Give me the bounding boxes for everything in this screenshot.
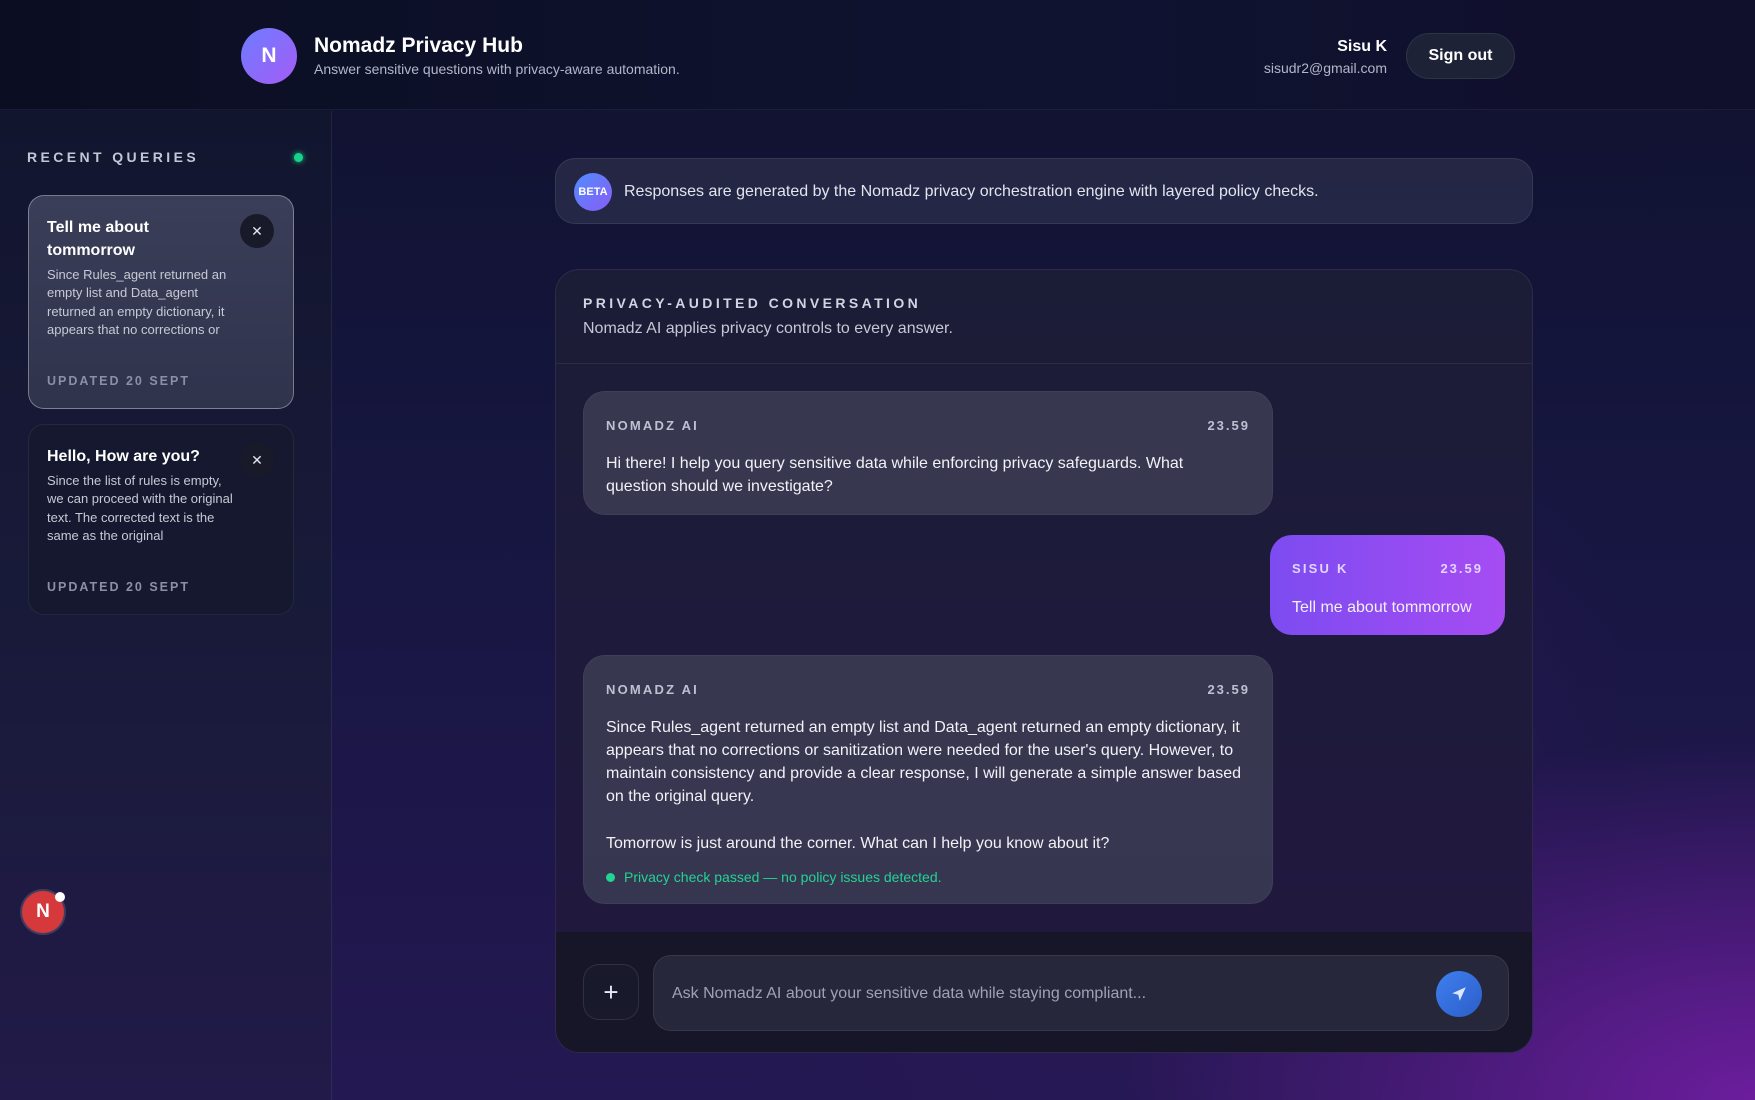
divider xyxy=(556,363,1532,364)
message-text: Hi there! I help you query sensitive dat… xyxy=(606,455,1184,495)
sidebar: RECENT QUERIES Tell me about tommorrow ✕… xyxy=(0,111,332,1100)
app-logo: N xyxy=(241,28,297,84)
recent-query-card[interactable]: Hello, How are you? ✕ Since the list of … xyxy=(28,424,294,615)
message-text-followup: Tomorrow is just around the corner. What… xyxy=(606,835,1110,852)
chat-title: PRIVACY-AUDITED CONVERSATION xyxy=(583,295,922,311)
message-input[interactable] xyxy=(672,974,1432,1014)
chat-panel: PRIVACY-AUDITED CONVERSATION Nomadz AI a… xyxy=(555,269,1533,1053)
query-title: Hello, How are you? xyxy=(47,448,200,465)
send-arrow-glyph xyxy=(1452,987,1466,1001)
close-icon[interactable]: ✕ xyxy=(240,443,274,477)
app-header: N Nomadz Privacy Hub Answer sensitive qu… xyxy=(0,0,1755,110)
online-status-indicator xyxy=(294,153,303,162)
query-updated: UPDATED 20 SEPT xyxy=(47,374,190,388)
privacy-check-text: Privacy check passed — no policy issues … xyxy=(624,869,942,885)
sign-out-button[interactable]: Sign out xyxy=(1406,33,1515,79)
ai-message: NOMADZ AI 23.59 Hi there! I help you que… xyxy=(583,391,1273,515)
message-sender: SISU K xyxy=(1292,561,1349,576)
ai-message: NOMADZ AI 23.59 Since Rules_agent return… xyxy=(583,655,1273,904)
recent-query-card[interactable]: Tell me about tommorrow ✕ Since Rules_ag… xyxy=(28,195,294,409)
chat-subtitle: Nomadz AI applies privacy controls to ev… xyxy=(583,320,953,337)
message-time: 23.59 xyxy=(1207,418,1250,433)
message-text: Since Rules_agent returned an empty list… xyxy=(606,719,1242,805)
beta-badge: BETA xyxy=(574,173,612,211)
message-time: 23.59 xyxy=(1207,682,1250,697)
app-subtitle: Answer sensitive questions with privacy-… xyxy=(314,61,680,77)
query-snippet: Since Rules_agent returned an empty list… xyxy=(47,267,227,337)
user-message: SISU K 23.59 Tell me about tommorrow xyxy=(1270,535,1505,635)
beta-banner: BETA Responses are generated by the Noma… xyxy=(555,158,1533,224)
message-input-wrapper xyxy=(653,955,1509,1031)
message-composer: + xyxy=(556,932,1532,1052)
message-time: 23.59 xyxy=(1440,561,1483,576)
close-icon[interactable]: ✕ xyxy=(240,214,274,248)
query-updated: UPDATED 20 SEPT xyxy=(47,580,190,594)
message-sender: NOMADZ AI xyxy=(606,418,699,433)
check-status-dot xyxy=(606,872,615,882)
query-snippet: Since the list of rules is empty, we can… xyxy=(47,473,233,543)
plus-icon[interactable]: + xyxy=(583,964,639,1020)
query-title: Tell me about tommorrow xyxy=(47,219,149,259)
privacy-check-status: Privacy check passed — no policy issues … xyxy=(606,869,942,885)
notification-dot xyxy=(55,892,65,902)
banner-text: Responses are generated by the Nomadz pr… xyxy=(624,183,1319,200)
user-email: sisudr2@gmail.com xyxy=(1263,60,1387,76)
app-title: Nomadz Privacy Hub xyxy=(314,34,523,57)
user-name: Sisu K xyxy=(1337,38,1387,55)
send-icon[interactable] xyxy=(1436,971,1482,1017)
recent-queries-heading: RECENT QUERIES xyxy=(27,149,200,165)
message-sender: NOMADZ AI xyxy=(606,682,699,697)
message-text: Tell me about tommorrow xyxy=(1292,599,1472,616)
